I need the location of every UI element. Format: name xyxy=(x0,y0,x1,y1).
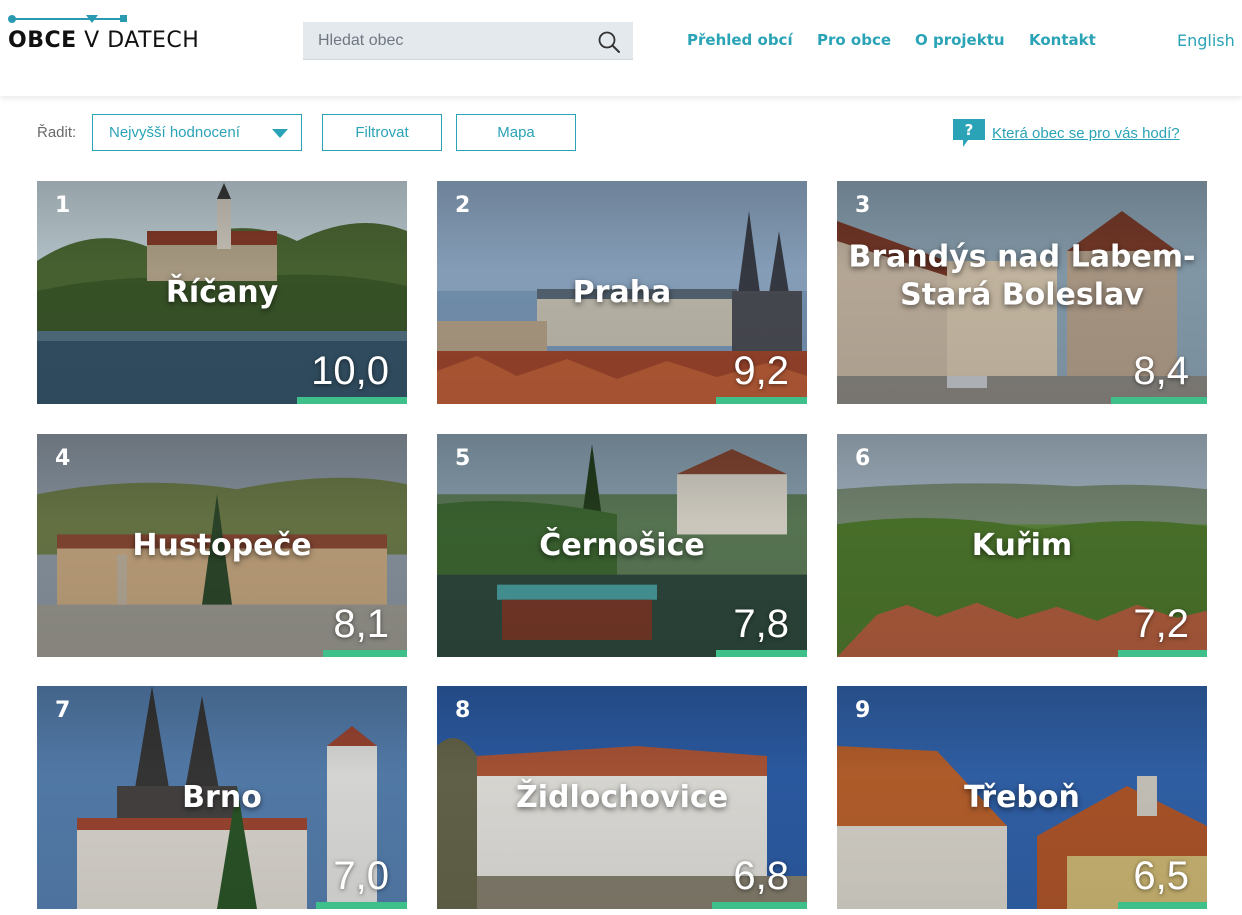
logo-rest: V DATECH xyxy=(76,28,200,53)
card-title: Praha xyxy=(572,274,672,310)
card-score: 6,8 xyxy=(733,854,789,898)
card-score: 9,2 xyxy=(733,349,789,393)
search-box xyxy=(303,22,633,60)
search-icon[interactable] xyxy=(597,30,621,54)
card-rank: 4 xyxy=(55,446,71,471)
card-rank: 2 xyxy=(455,193,471,218)
score-bar xyxy=(297,397,407,404)
help-link[interactable]: Která obec se pro vás hodí? xyxy=(992,125,1180,142)
municipality-card[interactable]: 2 Praha 9,2 xyxy=(437,181,807,404)
card-score: 8,1 xyxy=(333,602,389,646)
municipality-card[interactable]: 7 Brno 7,0 xyxy=(37,686,407,909)
card-title: Říčany xyxy=(165,274,279,310)
municipality-card[interactable]: 5 Černošice 7,8 xyxy=(437,434,807,657)
nav-kontakt[interactable]: Kontakt xyxy=(1029,31,1096,49)
help-prompt[interactable]: ? Která obec se pro vás hodí? xyxy=(952,118,1180,148)
card-rank: 1 xyxy=(55,193,71,218)
help-icon-glyph: ? xyxy=(965,121,974,139)
nav-pro-obce[interactable]: Pro obce xyxy=(817,31,891,49)
nav-prehled-obci[interactable]: Přehled obcí xyxy=(687,31,793,49)
filter-label: Filtrovat xyxy=(355,124,409,141)
map-label: Mapa xyxy=(497,124,535,141)
card-score: 8,4 xyxy=(1133,349,1189,393)
card-score: 6,5 xyxy=(1133,854,1189,898)
logo-dot xyxy=(8,15,16,23)
score-bar xyxy=(316,902,407,909)
card-title: Židlochovice xyxy=(515,779,729,815)
municipality-card[interactable]: 1 Říčany 10,0 xyxy=(37,181,407,404)
card-rank: 9 xyxy=(855,698,871,723)
card-rank: 8 xyxy=(455,698,471,723)
card-rank: 6 xyxy=(855,446,871,471)
score-bar xyxy=(323,650,407,657)
filter-button[interactable]: Filtrovat xyxy=(322,114,442,151)
card-score: 7,0 xyxy=(333,854,389,898)
language-switch[interactable]: English xyxy=(1177,31,1235,50)
chevron-down-icon xyxy=(272,129,288,138)
score-bar xyxy=(1118,902,1207,909)
municipality-card[interactable]: 6 Kuřim 7,2 xyxy=(837,434,1207,657)
card-score: 10,0 xyxy=(311,349,389,393)
score-bar xyxy=(716,650,807,657)
card-rank: 5 xyxy=(455,446,471,471)
logo-text: OBCE V DATECH xyxy=(8,28,199,53)
sort-label: Řadit: xyxy=(37,124,77,141)
municipality-card[interactable]: 3 Brandýs nad Labem-Stará Boleslav 8,4 xyxy=(837,181,1207,404)
site-header: OBCE V DATECH Přehled obcí Pro obce O pr… xyxy=(0,0,1242,96)
logo-marker xyxy=(86,15,98,23)
search-input[interactable] xyxy=(303,22,593,60)
card-rank: 3 xyxy=(855,193,871,218)
logo-line xyxy=(10,18,126,20)
logo[interactable]: OBCE V DATECH xyxy=(8,14,218,54)
sort-value: Nejvyšší hodnocení xyxy=(109,124,240,141)
score-bar xyxy=(1111,397,1207,404)
card-title: Hustopeče xyxy=(132,527,312,563)
nav-o-projektu[interactable]: O projektu xyxy=(915,31,1005,49)
municipality-card[interactable]: 8 Židlochovice 6,8 xyxy=(437,686,807,909)
card-title: Brandýs nad Labem-Stará Boleslav xyxy=(848,238,1196,312)
logo-square xyxy=(120,15,127,22)
card-title: Kuřim xyxy=(971,527,1073,563)
municipality-card[interactable]: 9 Třeboň 6,5 xyxy=(837,686,1207,909)
municipality-card[interactable]: 4 Hustopeče 8,1 xyxy=(37,434,407,657)
sort-dropdown[interactable]: Nejvyšší hodnocení xyxy=(92,114,302,151)
logo-bold: OBCE xyxy=(8,28,77,53)
card-score: 7,2 xyxy=(1133,602,1189,646)
card-title: Černošice xyxy=(539,527,705,563)
question-bubble-icon: ? xyxy=(953,119,985,147)
card-title: Brno xyxy=(182,779,262,815)
card-title: Třeboň xyxy=(964,779,1080,815)
score-bar xyxy=(712,902,807,909)
map-button[interactable]: Mapa xyxy=(456,114,576,151)
card-rank: 7 xyxy=(55,698,71,723)
score-bar xyxy=(1118,650,1207,657)
card-score: 7,8 xyxy=(733,602,789,646)
score-bar xyxy=(716,397,807,404)
